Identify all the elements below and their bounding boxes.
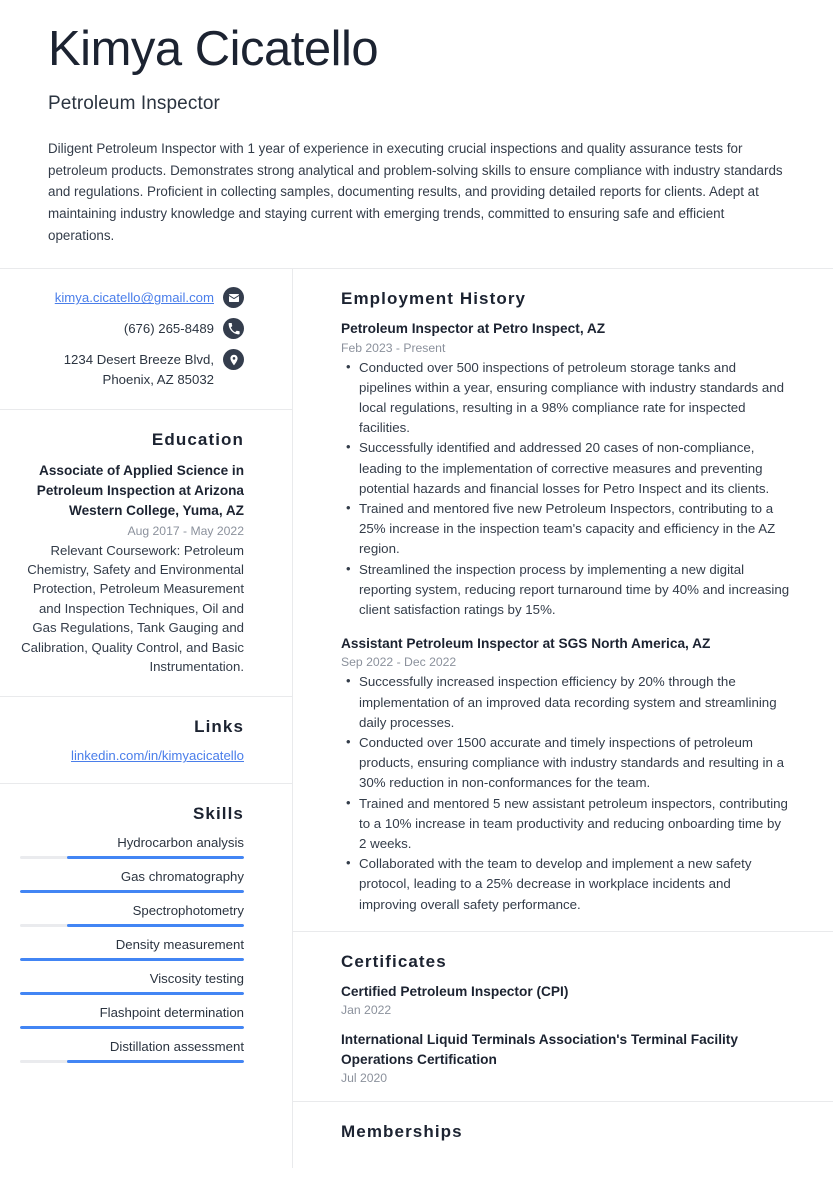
- employment-bullet: Trained and mentored 5 new assistant pet…: [341, 793, 791, 855]
- envelope-icon: [223, 287, 244, 309]
- contact-section: kimya.cicatello@gmail.com (676) 265-8489: [0, 269, 292, 408]
- skills-heading: Skills: [192, 804, 244, 824]
- address-value[interactable]: 1234 Desert Breeze Blvd, Phoenix, AZ 850…: [64, 349, 214, 388]
- skill-level-track: [20, 924, 244, 928]
- employment-bullet: Streamlined the inspection process by im…: [341, 559, 791, 621]
- skill-level-fill: [20, 890, 244, 894]
- skill-level-fill: [20, 1026, 244, 1030]
- employment-bullet: Conducted over 1500 accurate and timely …: [341, 732, 791, 794]
- education-section: Education Associate of Applied Science i…: [0, 410, 292, 697]
- employment-title: Assistant Petroleum Inspector at SGS Nor…: [341, 636, 711, 652]
- skills-section: Skills Hydrocarbon analysis Gas chromatog…: [0, 784, 292, 1081]
- employment-date: Feb 2023 - Present: [341, 340, 446, 355]
- address-line-1: 1234 Desert Breeze Blvd,: [63, 352, 214, 368]
- links-section: Links linkedin.com/in/kimyacicatello: [0, 697, 292, 783]
- employment-list: Petroleum Inspector at Petro Inspect, AZ…: [341, 319, 791, 914]
- employment-bullet: Successfully identified and addressed 20…: [341, 437, 791, 499]
- main-content: Employment History Petroleum Inspector a…: [293, 269, 833, 1168]
- professional-summary: Diligent Petroleum Inspector with 1 year…: [48, 140, 783, 243]
- skill-label: Viscosity testing: [149, 971, 244, 987]
- skill-level-track: [20, 856, 244, 860]
- skill-label: Flashpoint determination: [99, 1005, 244, 1021]
- resume-header: Kimya Cicatello Petroleum Inspector Dili…: [0, 0, 833, 246]
- skill-level-fill: [20, 958, 244, 962]
- employment-title: Petroleum Inspector at Petro Inspect, AZ: [341, 321, 606, 337]
- phone-icon: [223, 318, 244, 340]
- job-title: Petroleum Inspector: [48, 92, 220, 114]
- employment-entry: Petroleum Inspector at Petro Inspect, AZ…: [341, 319, 791, 620]
- employment-bullets: Conducted over 500 inspections of petrol…: [341, 357, 791, 621]
- skills-list: Hydrocarbon analysis Gas chromatography Sp…: [20, 835, 244, 1064]
- skill-label: Gas chromatography: [120, 869, 244, 885]
- skill-level-fill: [20, 992, 244, 996]
- skill-item: Spectrophotometry: [20, 903, 244, 928]
- skill-level-track: [20, 1026, 244, 1030]
- employment-date: Sep 2022 - Dec 2022: [341, 655, 457, 670]
- skill-item: Flashpoint determination: [20, 1005, 244, 1030]
- skill-label: Hydrocarbon analysis: [117, 835, 244, 851]
- address-line-2: Phoenix, AZ 85032: [102, 371, 214, 387]
- memberships-section: Memberships: [293, 1102, 833, 1168]
- contact-row-phone[interactable]: (676) 265-8489: [20, 318, 244, 340]
- map-pin-icon: [223, 349, 244, 371]
- contact-row-address[interactable]: 1234 Desert Breeze Blvd, Phoenix, AZ 850…: [20, 349, 244, 388]
- skill-label: Density measurement: [115, 937, 244, 953]
- contact-row-email[interactable]: kimya.cicatello@gmail.com: [20, 287, 244, 309]
- resume-page: Kimya Cicatello Petroleum Inspector Dili…: [0, 0, 833, 1178]
- sidebar: kimya.cicatello@gmail.com (676) 265-8489: [0, 269, 293, 1169]
- certificates-list: Certified Petroleum Inspector (CPI) Jan 2…: [341, 982, 791, 1085]
- skill-item: Distillation assessment: [20, 1039, 244, 1064]
- phone-value[interactable]: (676) 265-8489: [124, 318, 214, 338]
- employment-heading: Employment History: [341, 289, 527, 309]
- skill-level-fill: [67, 856, 244, 860]
- skill-item: Viscosity testing: [20, 971, 244, 996]
- skill-item: Hydrocarbon analysis: [20, 835, 244, 860]
- employment-bullet: Collaborated with the team to develop an…: [341, 853, 791, 915]
- employment-bullets: Successfully increased inspection effici…: [341, 671, 791, 915]
- memberships-heading: Memberships: [341, 1122, 463, 1142]
- education-description: Relevant Coursework: Petroleum Chemistry…: [21, 542, 244, 675]
- skill-item: Density measurement: [20, 937, 244, 962]
- link-item-linkedin[interactable]: linkedin.com/in/kimyacicatello: [20, 748, 244, 763]
- education-title: Associate of Applied Science in Petroleu…: [36, 462, 244, 518]
- email-value[interactable]: kimya.cicatello@gmail.com: [55, 287, 214, 307]
- certificate-date: Jan 2022: [341, 1003, 392, 1018]
- employment-entry: Assistant Petroleum Inspector at SGS Nor…: [341, 634, 791, 915]
- employment-section: Employment History Petroleum Inspector a…: [293, 269, 833, 930]
- skill-label: Distillation assessment: [109, 1039, 244, 1055]
- resume-body: kimya.cicatello@gmail.com (676) 265-8489: [0, 269, 833, 1169]
- certificate-date: Jul 2020: [341, 1071, 388, 1086]
- page-title: Kimya Cicatello: [48, 22, 379, 76]
- skill-level-track: [20, 992, 244, 996]
- employment-bullet: Conducted over 500 inspections of petrol…: [341, 357, 791, 439]
- skill-level-fill: [67, 1060, 244, 1064]
- skill-level-track: [20, 890, 244, 894]
- certificate-entry: Certified Petroleum Inspector (CPI) Jan 2…: [341, 982, 791, 1017]
- certificates-heading: Certificates: [341, 951, 447, 971]
- skill-level-fill: [67, 924, 244, 928]
- education-entry: Associate of Applied Science in Petroleu…: [20, 461, 244, 677]
- employment-bullet: Successfully increased inspection effici…: [341, 671, 791, 733]
- skill-level-track: [20, 958, 244, 962]
- skill-item: Gas chromatography: [20, 869, 244, 894]
- skill-label: Spectrophotometry: [132, 903, 244, 919]
- education-date: Aug 2017 - May 2022: [127, 523, 244, 538]
- certificate-title: International Liquid Terminals Associati…: [341, 1032, 738, 1067]
- certificate-title: Certified Petroleum Inspector (CPI): [341, 983, 569, 999]
- skill-level-track: [20, 1060, 244, 1064]
- employment-bullet: Trained and mentored five new Petroleum …: [341, 498, 791, 560]
- certificates-section: Certificates Certified Petroleum Inspect…: [293, 932, 833, 1101]
- certificate-entry: International Liquid Terminals Associati…: [341, 1030, 791, 1085]
- links-heading: Links: [194, 717, 244, 737]
- education-heading: Education: [151, 429, 244, 449]
